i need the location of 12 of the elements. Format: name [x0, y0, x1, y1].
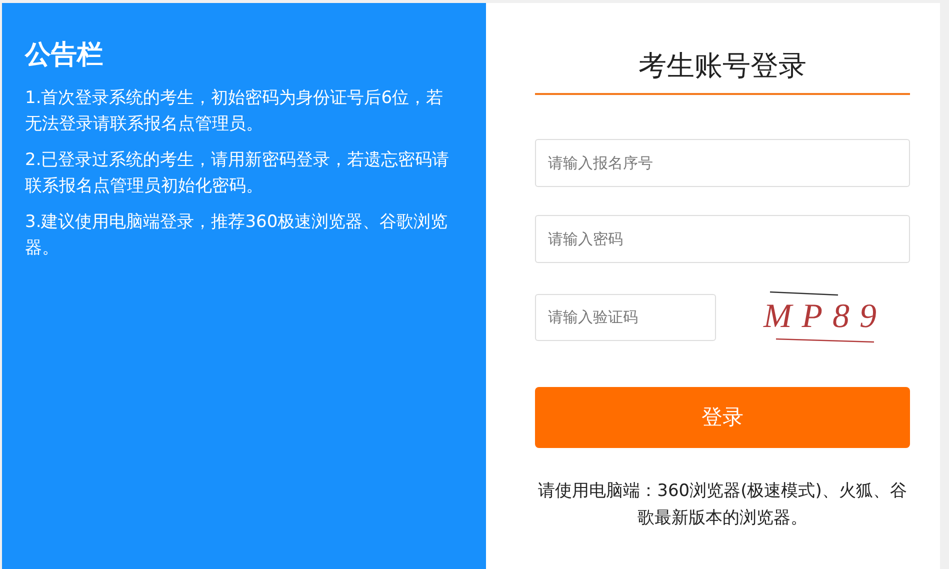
text-field[interactable]: 请输入报名序号 [535, 139, 910, 187]
notice-item: 1.首次登录系统的考生，初始密码为身份证号后6位，若无法登录请联系报名点管理员。 [25, 87, 444, 136]
notice-item: 3.建议使用电脑端登录，推荐360极速浏览器、谷歌浏览器。 [25, 211, 449, 260]
browser-note: 请使用电脑端：360浏览器(极速模式)、火狐、谷歌最新版本的浏览器。 [537, 480, 908, 530]
noise-line-icon [775, 338, 875, 343]
noise-line-icon [769, 291, 839, 296]
login-title: 考生账号登录 [638, 48, 808, 84]
notice-title: 公告栏 [25, 39, 104, 72]
notice-item: 2.已登录过系统的考生，请用新密码登录，若遗忘密码请联系报名点管理员初始化密码。 [25, 149, 450, 198]
captcha-field[interactable]: 请输入验证码 [535, 294, 716, 340]
captcha-code[interactable]: MP89 [763, 298, 887, 336]
text-field[interactable]: 请输入密码 [535, 215, 910, 263]
